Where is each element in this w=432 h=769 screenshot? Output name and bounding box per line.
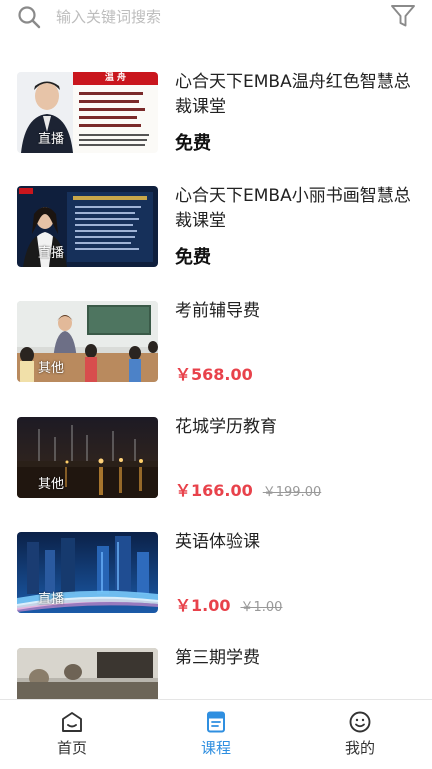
course-price: 免费 [175,133,211,154]
course-list: 温 舟 直播 心合天下EMBA温舟红色智慧总裁课堂 免费 直播 心合天下EMBA… [0,36,432,699]
tab-courses[interactable]: 课程 [144,700,288,769]
course-title: 花城学历教育 [175,417,277,437]
course-title: 英语体验课 [175,532,260,552]
course-type-tag: 直播 [38,592,65,607]
tab-home[interactable]: 首页 [0,700,144,769]
course-thumbnail [17,648,158,699]
course-type-tag: 直播 [38,132,65,147]
course-price: ￥166.00 [175,481,253,500]
course-item[interactable]: 温 舟 直播 心合天下EMBA温舟红色智慧总裁课堂 免费 [0,72,432,187]
course-thumbnail: 直播 [17,532,158,613]
course-item[interactable]: 第三期学费 [0,648,432,699]
tab-me-label: 我的 [344,739,375,757]
search-input[interactable] [56,3,356,31]
course-price: ￥568.00 [175,365,253,384]
course-price: 免费 [175,247,211,268]
bottom-tab-bar: 首页 课程 我的 [0,699,432,769]
course-title: 心合天下EMBA小丽书画智慧总裁课堂 [175,186,411,231]
course-item[interactable]: 其他 花城学历教育 ￥166.00 ￥199.00 [0,417,432,532]
course-thumbnail: 其他 [17,301,158,382]
course-item[interactable]: 直播 英语体验课 ￥1.00 ￥1.00 [0,532,432,647]
course-thumbnail: 温 舟 直播 [17,72,158,153]
course-item[interactable]: 其他 考前辅导费 ￥568.00 [0,301,432,416]
course-title: 考前辅导费 [175,301,260,321]
course-type-tag: 其他 [38,361,65,376]
course-original-price: ￥1.00 [240,600,283,615]
course-thumbnail: 直播 [17,186,158,267]
tab-home-label: 首页 [56,739,87,757]
search-bar [0,0,432,36]
course-type-tag: 其他 [38,477,65,492]
course-book-icon [207,711,225,733]
home-icon [62,712,82,732]
course-price-row: ￥166.00 ￥199.00 [175,477,321,501]
course-type-tag: 直播 [38,246,65,261]
filter-icon[interactable] [390,3,416,29]
smiley-icon [349,711,371,733]
course-title: 第三期学费 [175,648,260,668]
course-price-row: ￥1.00 ￥1.00 [175,592,282,616]
course-original-price: ￥199.00 [262,485,322,500]
tab-courses-label: 课程 [200,739,231,757]
tab-me[interactable]: 我的 [288,700,432,769]
course-price-row: ￥568.00 [175,361,263,385]
search-icon[interactable] [17,5,41,29]
course-item[interactable]: 直播 心合天下EMBA小丽书画智慧总裁课堂 免费 [0,186,432,301]
course-thumbnail: 其他 [17,417,158,498]
course-banner-text: 温 舟 [104,73,127,83]
course-price: ￥1.00 [175,596,231,615]
course-title: 心合天下EMBA温舟红色智慧总裁课堂 [175,72,411,117]
